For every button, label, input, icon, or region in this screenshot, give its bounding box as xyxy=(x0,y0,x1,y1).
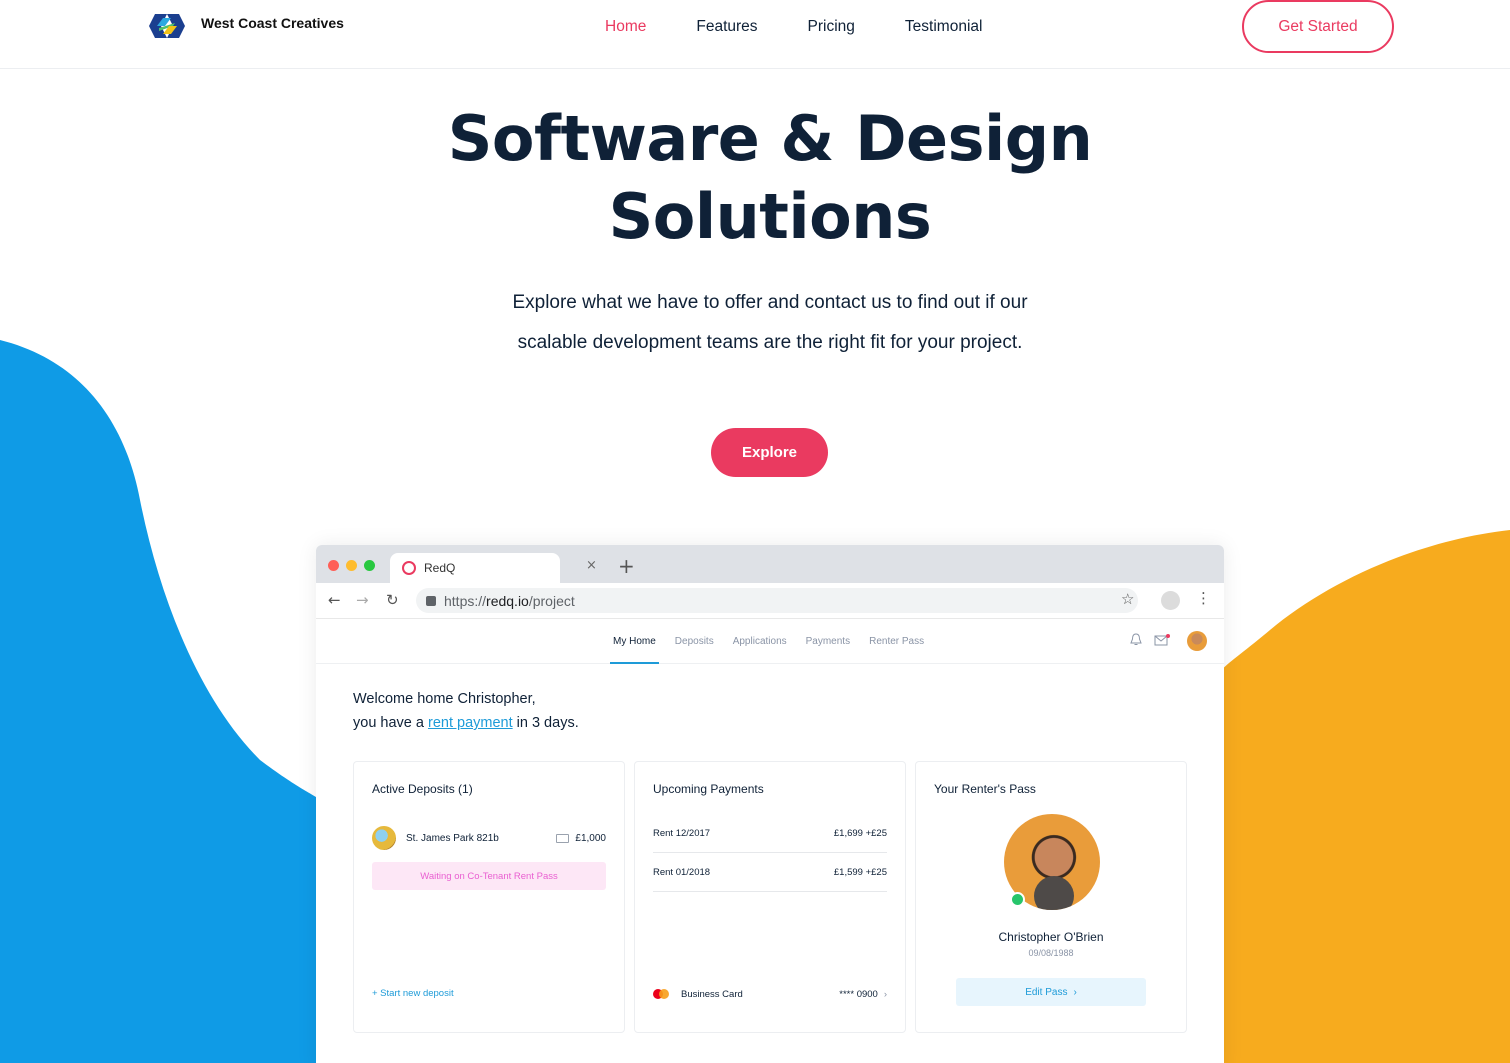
profile-icon xyxy=(1161,591,1180,610)
property-thumbnail xyxy=(372,826,396,850)
nav-features[interactable]: Features xyxy=(696,17,757,37)
explore-button[interactable]: Explore xyxy=(711,428,828,477)
property-name: St. James Park 821b xyxy=(406,832,499,844)
active-deposits-card: Active Deposits (1) St. James Park 821b … xyxy=(353,761,625,1033)
pass-holder-dob: 09/08/1988 xyxy=(1028,948,1074,958)
card-number: **** 0900 xyxy=(839,988,878,1000)
nav-home[interactable]: Home xyxy=(605,17,646,37)
browser-addressbar: ← → ↻ https://redq.io/project ☆ ⋮ xyxy=(316,583,1224,619)
tab-title: RedQ xyxy=(424,561,456,575)
welcome-line2: you have a rent payment in 3 days. xyxy=(353,711,579,735)
star-icon: ☆ xyxy=(1121,590,1135,608)
card-title: Your Renter's Pass xyxy=(934,782,1036,796)
browser-tab: RedQ xyxy=(390,553,560,583)
mail-icon xyxy=(1154,634,1170,646)
pass-holder-name: Christopher O'Brien xyxy=(998,930,1104,944)
nav-testimonial[interactable]: Testimonial xyxy=(905,17,983,37)
welcome-post: in 3 days. xyxy=(512,715,579,731)
site-header: West Coast Creatives Home Features Prici… xyxy=(0,0,1510,69)
new-tab-icon: + xyxy=(618,554,635,578)
payment-label: Rent 01/2018 xyxy=(653,866,711,878)
close-dot-icon xyxy=(328,560,339,571)
app-tab-payments: Payments xyxy=(805,636,851,647)
browser-tabbar: RedQ × + xyxy=(316,545,1224,583)
url-prefix: https:// xyxy=(444,592,487,609)
hero-description: Explore what we have to offer and contac… xyxy=(512,292,1028,353)
app-tabs: My Home Deposits Applications Payments R… xyxy=(610,619,925,664)
url-host: redq.io xyxy=(486,592,529,609)
payment-row: Rent 12/2017 £1,699 +£25 xyxy=(653,814,887,853)
get-started-button[interactable]: Get Started xyxy=(1242,0,1394,53)
url-field: https://redq.io/project xyxy=(416,588,1138,613)
tab-close-icon: × xyxy=(586,558,597,573)
logo-icon xyxy=(149,14,185,38)
url-path: /project xyxy=(528,592,575,609)
card-title: Active Deposits (1) xyxy=(372,782,473,796)
app-tab-deposits: Deposits xyxy=(674,636,714,647)
rent-payment-link: rent payment xyxy=(427,715,513,731)
card-label: Business Card xyxy=(681,988,743,1000)
forward-arrow-icon: → xyxy=(356,591,369,609)
browser-mockup: RedQ × + ← → ↻ https://redq.io/project ☆… xyxy=(316,545,1224,1063)
blue-blob xyxy=(0,340,320,1063)
payment-amount: £1,699 +£25 xyxy=(833,827,887,839)
reload-icon: ↻ xyxy=(386,591,399,609)
app-nav: My Home Deposits Applications Payments R… xyxy=(316,619,1224,664)
verified-check-icon xyxy=(1010,892,1025,907)
maximize-dot-icon xyxy=(364,560,375,571)
lock-icon xyxy=(426,595,436,606)
edit-pass-button: Edit Pass › xyxy=(956,978,1146,1006)
deposit-row: St. James Park 821b £1,000 xyxy=(372,826,606,850)
chevron-right-icon: › xyxy=(1073,986,1077,998)
hero-title-line2: Solutions xyxy=(608,180,932,253)
payment-row: Rent 01/2018 £1,599 +£25 xyxy=(653,853,887,892)
avatar xyxy=(1187,631,1207,651)
back-arrow-icon: ← xyxy=(328,591,341,609)
payment-card-row: Business Card **** 0900 › xyxy=(653,984,887,1004)
hero-title-line1: Software & Design xyxy=(447,102,1093,175)
payment-label: Rent 12/2017 xyxy=(653,827,711,839)
upcoming-payments-card: Upcoming Payments Rent 12/2017 £1,699 +£… xyxy=(634,761,906,1033)
mastercard-icon xyxy=(653,988,671,1000)
chevron-right-icon: › xyxy=(883,988,887,1000)
start-deposit-link: + Start new deposit xyxy=(372,988,454,999)
nav-pricing[interactable]: Pricing xyxy=(808,17,855,37)
status-badge: Waiting on Co-Tenant Rent Pass xyxy=(372,862,606,890)
bell-icon xyxy=(1130,633,1142,645)
welcome-line1: Welcome home Christopher, xyxy=(353,691,536,707)
payment-amount: £1,599 +£25 xyxy=(833,866,887,878)
more-menu-icon: ⋮ xyxy=(1196,589,1211,607)
redq-favicon-icon xyxy=(402,561,416,575)
main-nav: Home Features Pricing Testimonial xyxy=(605,17,982,37)
app-tab-applications: Applications xyxy=(732,636,787,647)
welcome-message: Welcome home Christopher, you have a ren… xyxy=(353,687,579,735)
hero-title: Software & Design Solutions xyxy=(330,100,1210,256)
app-tab-my-home: My Home xyxy=(610,619,659,664)
renters-pass-card: Your Renter's Pass Christopher O'Brien 0… xyxy=(915,761,1187,1033)
logo-text: West Coast Creatives xyxy=(201,15,344,31)
minimize-dot-icon xyxy=(346,560,357,571)
logo[interactable]: West Coast Creatives xyxy=(145,12,344,40)
deposit-amount-value: £1,000 xyxy=(575,832,606,844)
orange-blob xyxy=(1222,530,1510,1063)
cash-icon xyxy=(556,833,570,843)
card-title: Upcoming Payments xyxy=(653,782,764,796)
welcome-pre: you have a xyxy=(353,715,428,731)
deposit-amount: £1,000 xyxy=(556,833,606,844)
app-tab-renter-pass: Renter Pass xyxy=(869,636,925,647)
edit-pass-label: Edit Pass xyxy=(1025,986,1068,998)
